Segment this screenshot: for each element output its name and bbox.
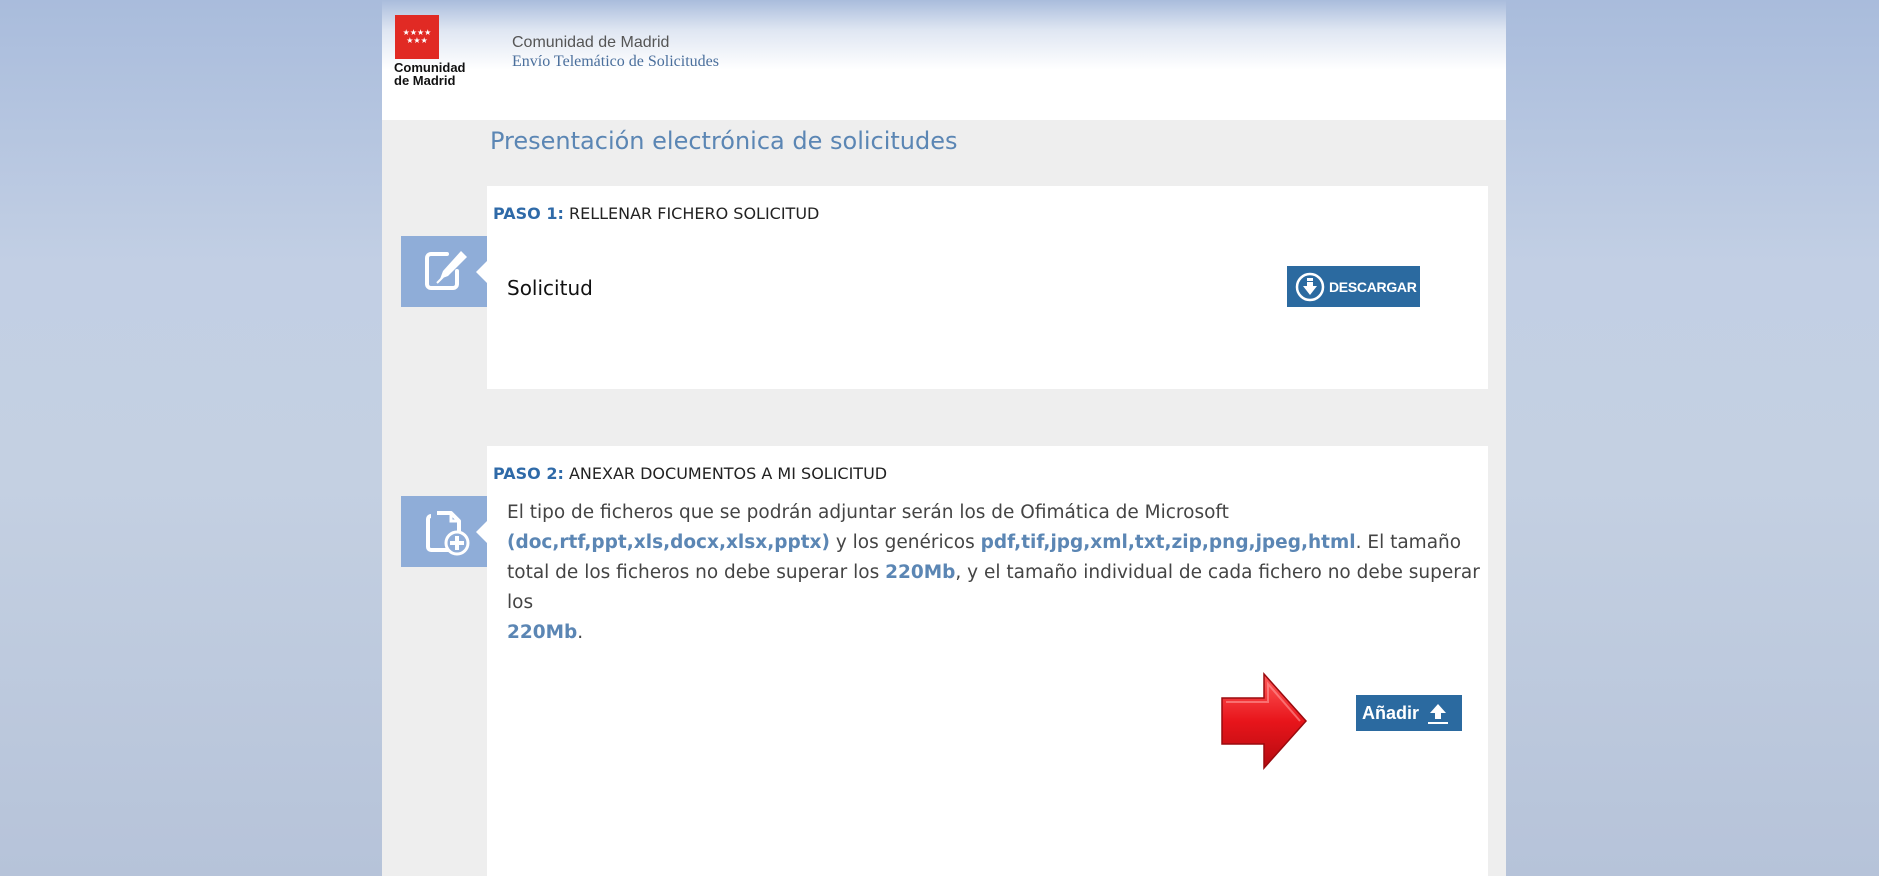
download-circle-icon <box>1295 272 1325 301</box>
anadir-button[interactable]: Añadir <box>1356 695 1462 731</box>
step1-heading: PASO 1: RELLENAR FICHERO SOLICITUD <box>493 204 819 223</box>
red-arrow-icon <box>1221 672 1308 770</box>
step1-title: RELLENAR FICHERO SOLICITUD <box>568 204 820 223</box>
file-types-description: El tipo de ficheros que se podrán adjunt… <box>507 498 1482 648</box>
header-organization: Comunidad de Madrid <box>512 34 670 51</box>
ms-formats: (doc,rtf,ppt,xls,docx,xlsx,pptx) <box>507 532 830 553</box>
page-container: ★★★★ ★★★ Comunidad de Madrid Comunidad d… <box>382 0 1506 876</box>
upload-arrow-icon <box>1428 704 1449 724</box>
descargar-button[interactable]: DESCARGAR <box>1287 266 1420 307</box>
site-header: ★★★★ ★★★ Comunidad de Madrid Comunidad d… <box>382 0 1506 120</box>
page-title: Presentación electrónica de solicitudes <box>490 127 958 155</box>
total-size-limit: 220Mb <box>885 562 956 583</box>
anadir-label: Añadir <box>1362 702 1420 723</box>
step2-number: PASO 2: <box>493 464 564 483</box>
header-subtitle: Envío Telemático de Solicitudes <box>512 53 719 70</box>
edit-document-icon <box>401 236 487 307</box>
descargar-label: DESCARGAR <box>1329 278 1417 295</box>
step2-heading: PASO 2: ANEXAR DOCUMENTOS A MI SOLICITUD <box>493 464 887 483</box>
logo-text: Comunidad de Madrid <box>394 60 466 88</box>
step2-title: ANEXAR DOCUMENTOS A MI SOLICITUD <box>568 464 888 483</box>
generic-formats: pdf,tif,jpg,xml,txt,zip,png,jpeg,html <box>980 532 1356 553</box>
logo-flag: ★★★★ ★★★ <box>395 15 439 59</box>
comunidad-madrid-logo[interactable]: ★★★★ ★★★ Comunidad de Madrid <box>394 15 466 88</box>
desc-end: . <box>577 622 584 643</box>
logo-stars-icon: ★★★★ ★★★ <box>402 28 432 45</box>
solicitud-label: Solicitud <box>507 276 593 300</box>
step1-panel: PASO 1: RELLENAR FICHERO SOLICITUD Solic… <box>487 186 1488 389</box>
desc-generic-intro: y los genéricos <box>829 532 981 553</box>
add-document-icon <box>401 496 487 567</box>
step2-panel: PASO 2: ANEXAR DOCUMENTOS A MI SOLICITUD… <box>487 446 1488 876</box>
step1-number: PASO 1: <box>493 204 564 223</box>
single-size-limit: 220Mb <box>507 622 578 643</box>
desc-intro: El tipo de ficheros que se podrán adjunt… <box>507 502 1229 523</box>
